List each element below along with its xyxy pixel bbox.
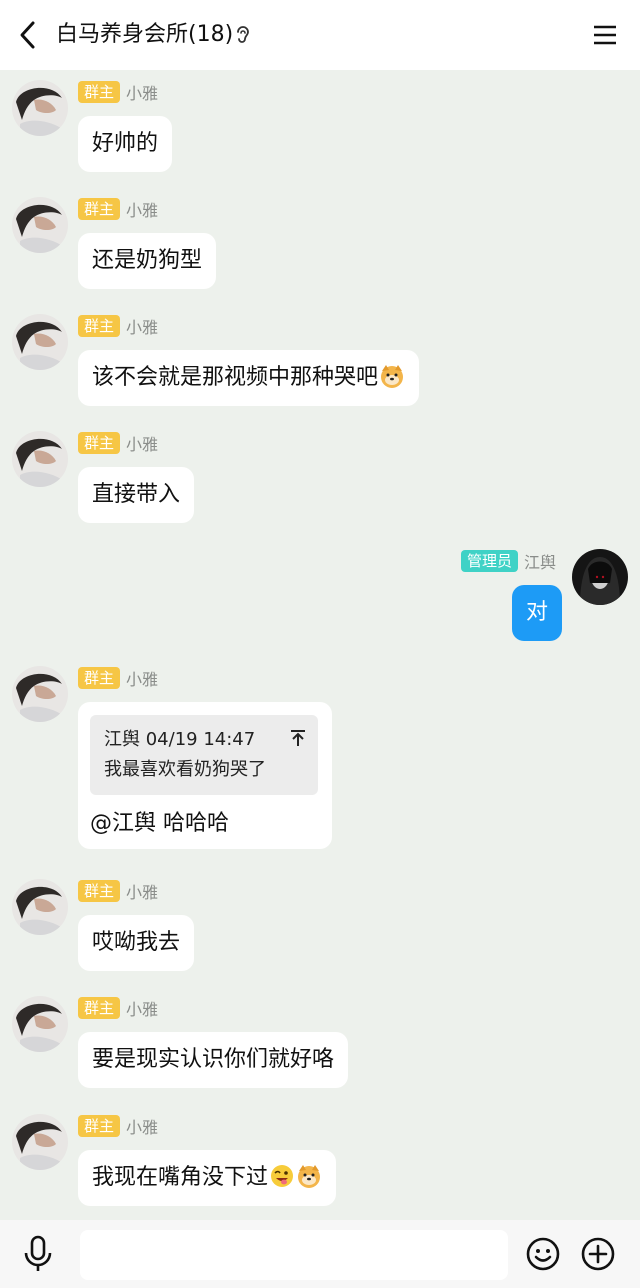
sender-meta: 群主 小雅 bbox=[78, 1114, 158, 1138]
owner-badge: 群主 bbox=[78, 667, 121, 689]
quote-header: 江舆 04/19 14:47 bbox=[104, 729, 256, 750]
message-bubble[interactable]: 我现在嘴角没下过 bbox=[78, 1150, 337, 1206]
back-icon[interactable] bbox=[14, 20, 42, 50]
sender-meta: 群主 小雅 bbox=[78, 197, 158, 221]
owner-badge: 群主 bbox=[78, 198, 121, 220]
avatar[interactable] bbox=[12, 197, 68, 253]
sender-name[interactable]: 小雅 bbox=[126, 879, 158, 903]
message-text: 要是现实认识你们就好咯 bbox=[92, 1047, 335, 1072]
message-input[interactable] bbox=[80, 1230, 508, 1280]
sender-name[interactable]: 小雅 bbox=[126, 431, 158, 455]
sender-meta: 群主 小雅 bbox=[78, 879, 158, 903]
smiley-icon[interactable] bbox=[525, 1236, 561, 1272]
avatar[interactable] bbox=[12, 666, 68, 722]
quoted-message[interactable]: 江舆 04/19 14:47 我最喜欢看奶狗哭了 bbox=[90, 715, 318, 795]
input-bar bbox=[0, 1220, 640, 1288]
message-text: 还是奶狗型 bbox=[92, 248, 203, 273]
message-bubble-self[interactable]: 对 bbox=[512, 585, 563, 641]
jump-to-quote-icon[interactable] bbox=[290, 725, 306, 755]
message-text: 直接带入 bbox=[92, 482, 181, 507]
avatar[interactable] bbox=[12, 1114, 68, 1170]
sender-meta: 群主 小雅 bbox=[78, 431, 158, 455]
wink-tongue-emoji-icon bbox=[269, 1163, 295, 1189]
sender-meta: 管理员 江舆 bbox=[460, 549, 556, 573]
message-text: 我现在嘴角没下过 bbox=[92, 1165, 269, 1190]
message-bubble[interactable]: 哎呦我去 bbox=[78, 915, 195, 971]
owner-badge: 群主 bbox=[78, 81, 121, 103]
avatar[interactable] bbox=[12, 80, 68, 136]
message-bubble[interactable]: 还是奶狗型 bbox=[78, 233, 217, 289]
quote-text: 我最喜欢看奶狗哭了 bbox=[104, 759, 266, 780]
sender-meta: 群主 小雅 bbox=[78, 314, 158, 338]
avatar[interactable] bbox=[12, 314, 68, 370]
sender-name[interactable]: 小雅 bbox=[126, 80, 158, 104]
owner-badge: 群主 bbox=[78, 1115, 121, 1137]
avatar[interactable] bbox=[12, 431, 68, 487]
owner-badge: 群主 bbox=[78, 315, 121, 337]
ear-icon[interactable] bbox=[232, 24, 254, 46]
sender-name[interactable]: 小雅 bbox=[126, 314, 158, 338]
sender-name[interactable]: 小雅 bbox=[126, 996, 158, 1020]
chat-title[interactable]: 白马养身会所(18) bbox=[56, 18, 233, 52]
message-text: @江舆 哈哈哈 bbox=[90, 811, 229, 836]
message-text: 好帅的 bbox=[92, 131, 159, 156]
message-bubble[interactable]: 该不会就是那视频中那种哭吧 bbox=[78, 350, 420, 406]
microphone-icon[interactable] bbox=[22, 1234, 54, 1274]
admin-badge: 管理员 bbox=[460, 550, 518, 572]
owner-badge: 群主 bbox=[78, 997, 121, 1019]
avatar[interactable] bbox=[12, 879, 68, 935]
owner-badge: 群主 bbox=[78, 880, 121, 902]
message-text: 该不会就是那视频中那种哭吧 bbox=[92, 365, 379, 390]
sender-meta: 群主 小雅 bbox=[78, 80, 158, 104]
avatar[interactable] bbox=[572, 549, 628, 605]
sender-name[interactable]: 小雅 bbox=[126, 1114, 158, 1138]
message-bubble[interactable]: 直接带入 bbox=[78, 467, 195, 523]
menu-icon[interactable] bbox=[592, 22, 618, 48]
dog-emoji-icon bbox=[379, 363, 405, 389]
plus-circle-icon[interactable] bbox=[580, 1236, 616, 1272]
dog-emoji-icon bbox=[296, 1163, 322, 1189]
owner-badge: 群主 bbox=[78, 432, 121, 454]
reply-bubble[interactable]: 江舆 04/19 14:47 我最喜欢看奶狗哭了 @江舆 哈哈哈 bbox=[78, 702, 332, 849]
chat-header: 白马养身会所(18) bbox=[0, 0, 640, 70]
sender-meta: 群主 小雅 bbox=[78, 996, 158, 1020]
sender-name[interactable]: 小雅 bbox=[126, 197, 158, 221]
sender-name[interactable]: 小雅 bbox=[126, 666, 158, 690]
sender-name[interactable]: 江舆 bbox=[524, 549, 556, 573]
message-text: 哎呦我去 bbox=[92, 930, 181, 955]
message-bubble[interactable]: 好帅的 bbox=[78, 116, 173, 172]
message-text: 对 bbox=[526, 600, 549, 625]
avatar[interactable] bbox=[12, 996, 68, 1052]
message-bubble[interactable]: 要是现实认识你们就好咯 bbox=[78, 1032, 349, 1088]
sender-meta: 群主 小雅 bbox=[78, 666, 158, 690]
